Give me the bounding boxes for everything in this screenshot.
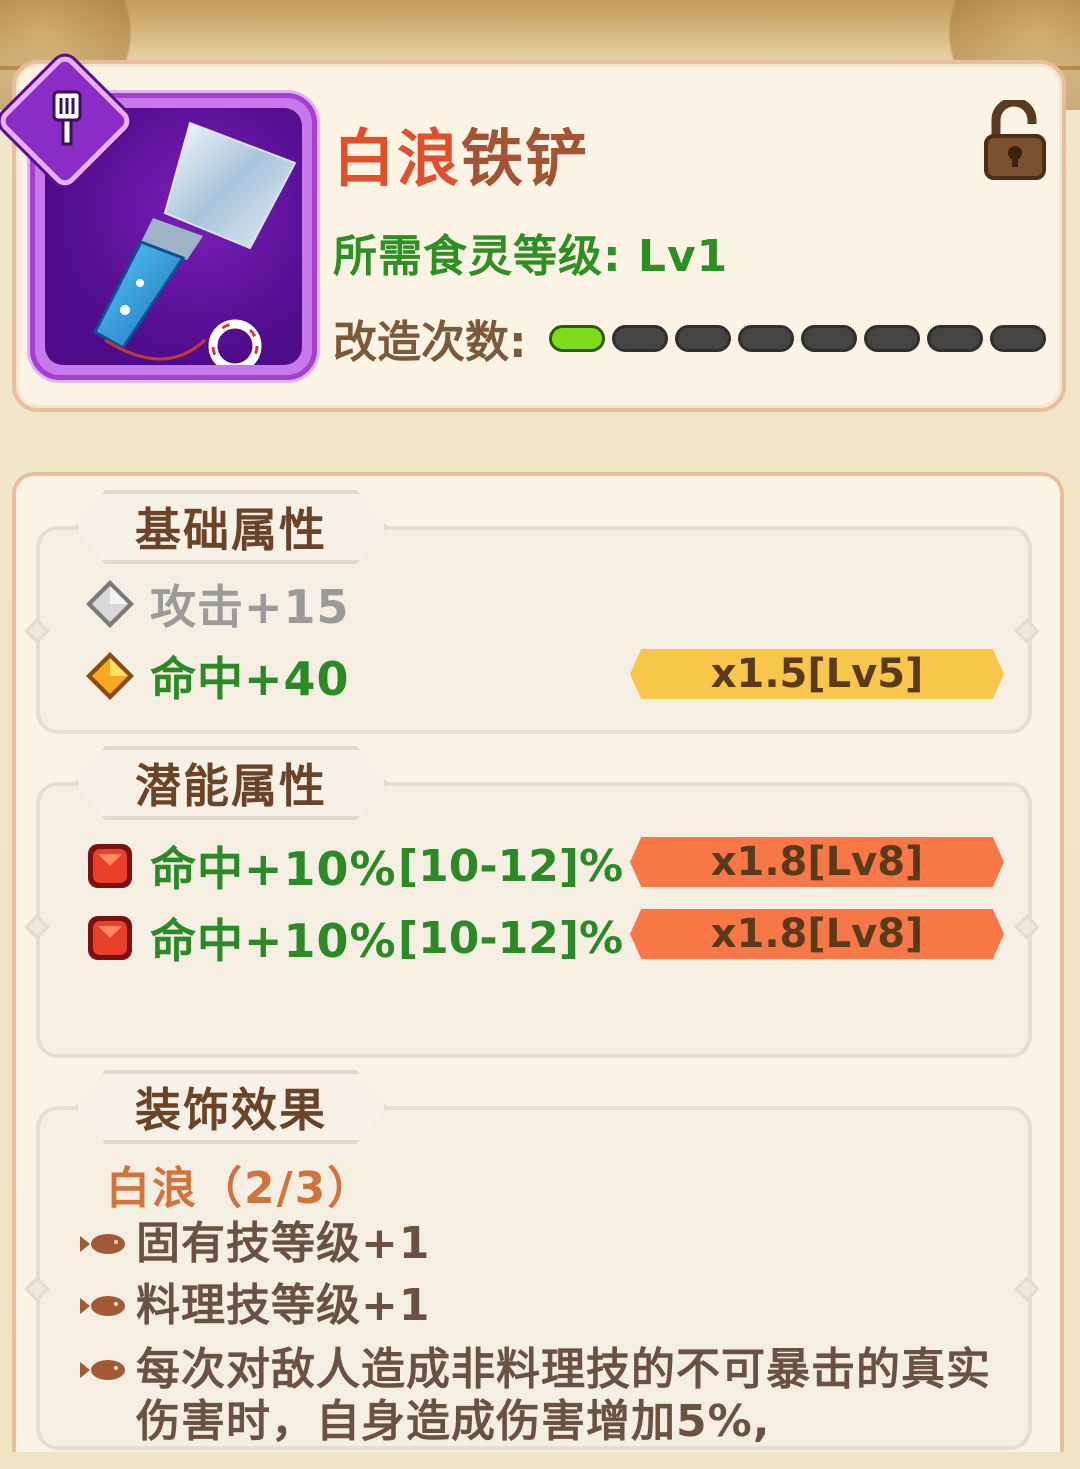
modification-pip <box>927 325 983 352</box>
effect-text: 料理技等级+1 <box>136 1280 431 1331</box>
fish-bullet-icon <box>80 1360 125 1380</box>
fish-bullet-icon <box>80 1234 125 1254</box>
red-gem-icon <box>88 916 132 960</box>
stat-row: 命中+40 <box>84 648 350 706</box>
modification-label: 改造次数: <box>333 317 527 368</box>
modification-pip <box>612 325 668 352</box>
unlock-icon[interactable] <box>982 100 1048 180</box>
multiplier-tag: x1.5[Lv5] <box>630 649 1004 699</box>
effect-row: 固有技等级+1 <box>80 1218 996 1270</box>
gold-gem-icon <box>86 652 134 700</box>
multiplier-tag: x1.8[Lv8] <box>630 837 1004 887</box>
spatula-icon <box>52 90 82 146</box>
modification-progress <box>549 325 1046 353</box>
modification-pip <box>801 325 857 352</box>
silver-gem-icon <box>86 580 134 628</box>
item-name-type: 铁铲 <box>461 122 590 195</box>
modification-pip <box>864 325 920 352</box>
stat-range: [10-12]% <box>398 912 624 964</box>
modification-pip <box>738 325 794 352</box>
modification-pip <box>549 325 605 352</box>
effect-text: 固有技等级+1 <box>136 1218 431 1269</box>
item-name: 白浪铁铲 <box>333 108 589 198</box>
set-name: 白浪（2/3） <box>106 1163 374 1214</box>
stat-row: 攻击+15 <box>84 576 350 634</box>
effect-row: 料理技等级+1 <box>80 1280 996 1332</box>
stat-text: 命中+10% <box>150 914 397 968</box>
section-title-potential: 潜能属性 <box>135 759 327 813</box>
effect-row: 每次对敌人造成非料理技的不可暴击的真实伤害时，自身造成伤害增加5%, <box>80 1344 996 1448</box>
red-gem-icon <box>88 844 132 888</box>
stat-row: 命中+10% [10-12]% <box>84 838 644 896</box>
level-requirement: 所需食灵等级: Lv1 <box>333 231 729 282</box>
modification-pip <box>675 325 731 352</box>
stat-row: 命中+10% [10-12]% <box>84 910 644 968</box>
stat-text: 攻击+15 <box>150 580 350 634</box>
stat-range: [10-12]% <box>398 840 624 892</box>
section-title-decoration: 装饰效果 <box>135 1083 327 1137</box>
multiplier-tag: x1.8[Lv8] <box>630 909 1004 959</box>
item-name-set: 白浪 <box>333 122 462 195</box>
effect-text: 每次对敌人造成非料理技的不可暴击的真实伤害时，自身造成伤害增加5%, <box>136 1344 991 1447</box>
stat-text: 命中+40 <box>150 652 350 706</box>
fish-bullet-icon <box>80 1296 125 1316</box>
section-title-basic: 基础属性 <box>135 503 327 557</box>
stat-text: 命中+10% <box>150 842 397 896</box>
bottom-edge <box>0 1452 1080 1469</box>
modification-pip <box>990 325 1046 352</box>
